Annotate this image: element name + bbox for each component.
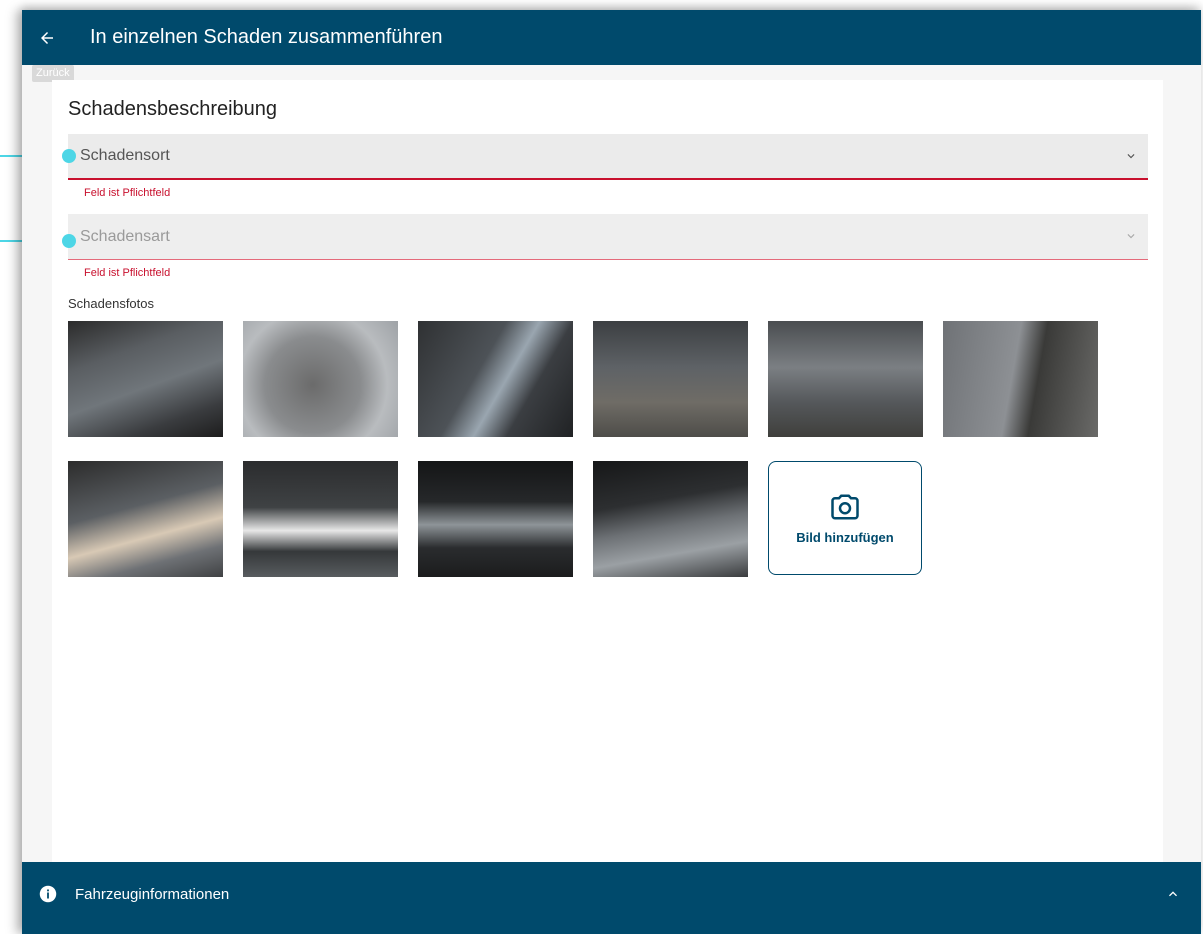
back-button[interactable]	[22, 10, 72, 65]
damage-photo[interactable]	[418, 321, 573, 437]
section-title: Schadensbeschreibung	[68, 98, 278, 120]
damage-type-error: Feld ist Pflichtfeld	[84, 267, 171, 279]
damage-photo[interactable]	[68, 321, 223, 437]
damage-photo[interactable]	[943, 321, 1098, 437]
chevron-down-icon	[1127, 234, 1135, 239]
damage-location-select[interactable]: Schadensort	[68, 134, 1148, 180]
vehicle-info-toggle[interactable]: Fahrzeuginformationen	[22, 872, 1201, 916]
annotation-dot-schadensart	[62, 234, 76, 248]
add-photo-label: Bild hinzufügen	[796, 529, 894, 545]
damage-photo[interactable]	[418, 461, 573, 577]
bottom-panel: Fahrzeuginformationen	[22, 862, 1201, 934]
chevron-down-icon	[1127, 154, 1135, 159]
damage-location-label: Schadensort	[80, 147, 170, 164]
arrow-left-icon	[41, 31, 53, 44]
damage-photo[interactable]	[243, 321, 398, 437]
annotation-dot-schadensort	[62, 149, 76, 163]
damage-type-label: Schadensart	[80, 227, 170, 245]
damage-photo[interactable]	[768, 321, 923, 437]
add-photo-button[interactable]: Bild hinzufügen	[768, 461, 922, 575]
vehicle-info-title: Fahrzeuginformationen	[75, 885, 230, 903]
info-icon	[39, 885, 57, 903]
app-window: In einzelnen Schaden zusammenführen Zurü…	[22, 10, 1201, 934]
damage-photo[interactable]	[593, 321, 748, 437]
damage-photo[interactable]	[593, 461, 748, 577]
app-bar: In einzelnen Schaden zusammenführen	[22, 10, 1201, 65]
chevron-up-icon	[1169, 891, 1177, 897]
damage-type-select[interactable]: Schadensart	[68, 214, 1148, 260]
damage-location-error: Feld ist Pflichtfeld	[84, 187, 171, 199]
page-title: In einzelnen Schaden zusammenführen	[90, 26, 443, 48]
damage-photo[interactable]	[68, 461, 223, 577]
camera-icon	[831, 494, 859, 519]
photos-label: Schadensfotos	[68, 296, 155, 311]
damage-photo[interactable]	[243, 461, 398, 577]
